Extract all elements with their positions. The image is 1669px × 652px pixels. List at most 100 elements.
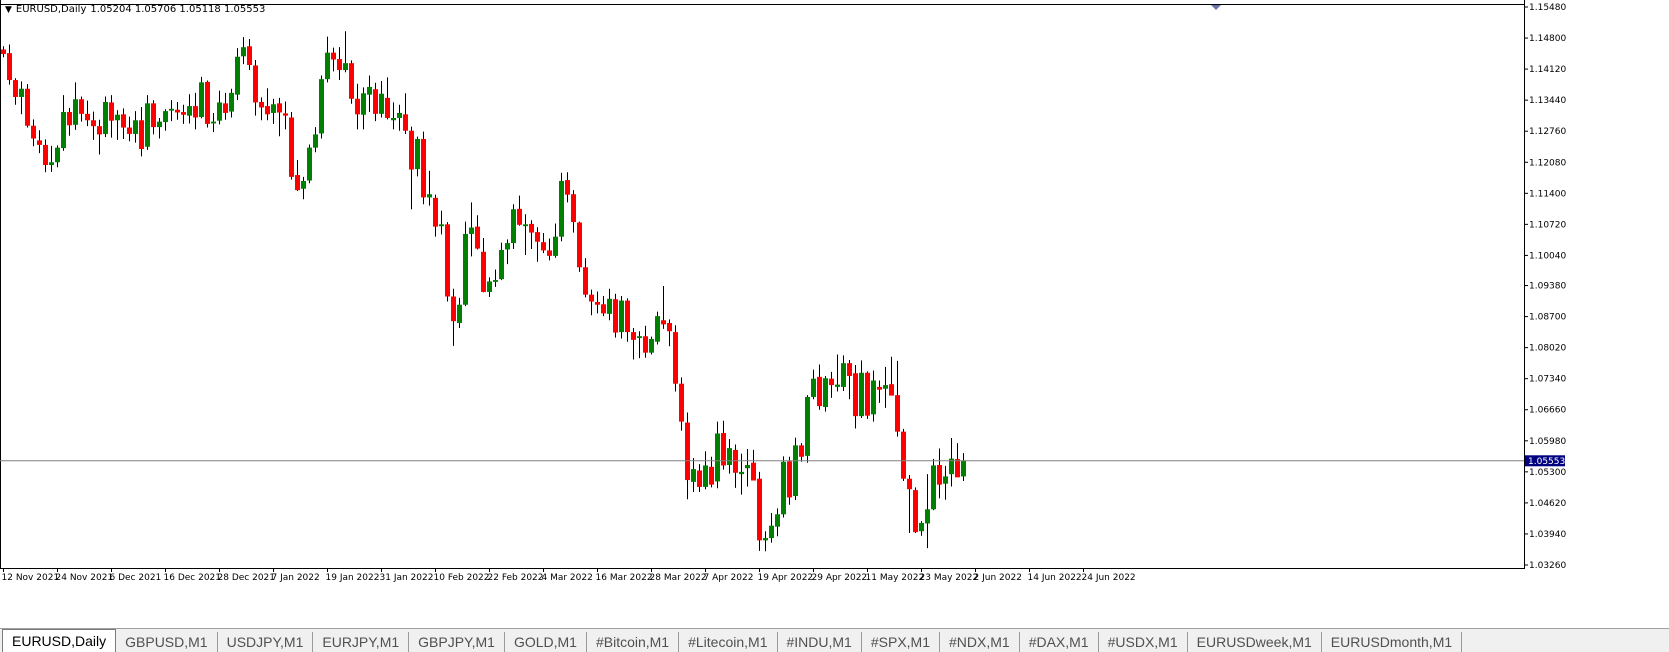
bull-candle-body [703, 465, 708, 487]
bear-candle-body [475, 226, 480, 249]
candle [319, 75, 324, 139]
price-tick-label: 1.05300 [1529, 468, 1566, 478]
time-tick-label: 24 Jun 2022 [1082, 573, 1136, 583]
bull-candle-body [511, 209, 516, 244]
bear-candle-body [337, 59, 342, 71]
price-tick-label: 1.04620 [1529, 499, 1566, 509]
price-tick-label: 1.10720 [1529, 220, 1566, 230]
bear-candle-body [685, 422, 690, 481]
candle [901, 428, 906, 481]
bear-candle-body [625, 300, 630, 333]
bear-candle-body [37, 140, 42, 145]
bull-candle-body [199, 82, 204, 118]
bear-candle-body [139, 120, 144, 150]
bear-candle-body [679, 383, 684, 422]
tab-eurjpy-m1[interactable]: EURJPY,M1 [313, 632, 410, 652]
bull-candle-body [931, 465, 936, 510]
bull-candle-body [391, 117, 396, 121]
bear-candle-body [937, 464, 942, 485]
bear-candle-body [91, 120, 96, 127]
tab-ndx-m1[interactable]: #NDX,M1 [940, 632, 1020, 652]
bear-candle-body [787, 461, 792, 498]
time-tick-label: 28 Mar 2022 [650, 573, 707, 583]
tab-eurusd-daily[interactable]: EURUSD,Daily [2, 629, 117, 652]
tab-gbpusd-m1[interactable]: GBPUSD,M1 [116, 632, 218, 652]
bull-candle-body [145, 103, 150, 147]
tab-dax-m1[interactable]: #DAX,M1 [1020, 632, 1099, 652]
time-tick-label: 7 Jan 2022 [272, 573, 320, 583]
bear-candle-body [409, 130, 414, 170]
price-tick-label: 1.09380 [1529, 282, 1566, 292]
chart-header: ▼ EURUSD,Daily 1.05204 1.05706 1.05118 1… [5, 4, 265, 15]
time-tick-label: 12 Nov 2021 [2, 573, 60, 583]
tab-gold-m1[interactable]: GOLD,M1 [505, 632, 587, 652]
bear-candle-body [253, 65, 258, 103]
bear-candle-body [661, 320, 666, 325]
bull-candle-body [367, 86, 372, 95]
bull-candle-body [115, 114, 120, 121]
tab-usdjpy-m1[interactable]: USDJPY,M1 [218, 632, 314, 652]
tab-indu-m1[interactable]: #INDU,M1 [778, 632, 862, 652]
bull-candle-body [427, 194, 432, 198]
bull-candle-body [463, 233, 468, 305]
bear-candle-body [151, 103, 156, 128]
price-tick-label: 1.12760 [1529, 127, 1566, 137]
bull-candle-body [73, 99, 78, 125]
price-tick-label: 1.12080 [1529, 158, 1566, 168]
bear-candle-body [349, 63, 354, 99]
tab-litecoin-m1[interactable]: #Litecoin,M1 [679, 632, 778, 652]
bull-candle-body [301, 180, 306, 189]
tab-gbpjpy-m1[interactable]: GBPJPY,M1 [409, 632, 505, 652]
bear-candle-body [283, 113, 288, 116]
bear-candle-body [697, 470, 702, 487]
tab-eurusdweek-m1[interactable]: EURUSDweek,M1 [1188, 632, 1322, 652]
bull-candle-body [943, 476, 948, 484]
header-dropdown-icon[interactable]: ▼ [5, 5, 12, 15]
bear-candle-body [373, 89, 378, 114]
bull-candle-body [499, 249, 504, 280]
tab-bitcoin-m1[interactable]: #Bitcoin,M1 [587, 632, 680, 652]
bear-candle-body [25, 88, 30, 126]
price-tick-label: 1.08020 [1529, 344, 1566, 354]
time-tick-label: 7 Apr 2022 [704, 573, 754, 583]
bull-candle-body [805, 396, 810, 456]
current-price-label: 1.05553 [1528, 457, 1565, 467]
bull-candle-body [235, 56, 240, 95]
bull-candle-body [325, 52, 330, 80]
bull-candle-body [343, 63, 348, 71]
bear-candle-body [385, 97, 390, 118]
tab-spx-m1[interactable]: #SPX,M1 [862, 632, 940, 652]
tab-usdx-m1[interactable]: #USDX,M1 [1099, 632, 1188, 652]
bear-candle-body [67, 112, 72, 126]
bear-candle-body [529, 223, 534, 233]
price-tick-label: 1.08700 [1529, 313, 1566, 323]
candle [757, 471, 762, 551]
candle [445, 222, 450, 302]
price-tick-label: 1.11400 [1529, 189, 1566, 199]
bull-candle-body [727, 448, 732, 465]
candle [655, 311, 660, 345]
price-tick-label: 1.03940 [1529, 530, 1566, 540]
candle [205, 80, 210, 128]
bull-candle-body [793, 445, 798, 497]
bear-candle-body [31, 125, 36, 139]
bull-candle-body [781, 461, 786, 515]
bull-candle-body [775, 514, 780, 527]
tab-eurusdmonth-m1[interactable]: EURUSDmonth,M1 [1322, 632, 1463, 652]
chart-window[interactable]: 1.05553 1.15480 1.14800 1.14120 1.13440 1.12… [0, 0, 1669, 628]
bull-candle-body [745, 464, 750, 469]
bear-candle-body [733, 449, 738, 473]
bear-candle-body [565, 180, 570, 195]
time-tick-label: 19 Jan 2022 [326, 573, 380, 583]
bear-candle-body [181, 112, 186, 115]
candle [649, 336, 654, 355]
time-tick-label: 14 Jun 2022 [1028, 573, 1082, 583]
bear-candle-body [817, 376, 822, 407]
bear-candle-body [445, 224, 450, 297]
bear-candle-body [7, 53, 12, 81]
bull-candle-body [379, 93, 384, 114]
bull-candle-body [523, 224, 528, 227]
price-chart[interactable]: 1.05553 1.15480 1.14800 1.14120 1.13440 1.12… [0, 0, 1669, 628]
bull-candle-body [217, 102, 222, 121]
time-tick-label: 28 Dec 2021 [218, 573, 276, 583]
